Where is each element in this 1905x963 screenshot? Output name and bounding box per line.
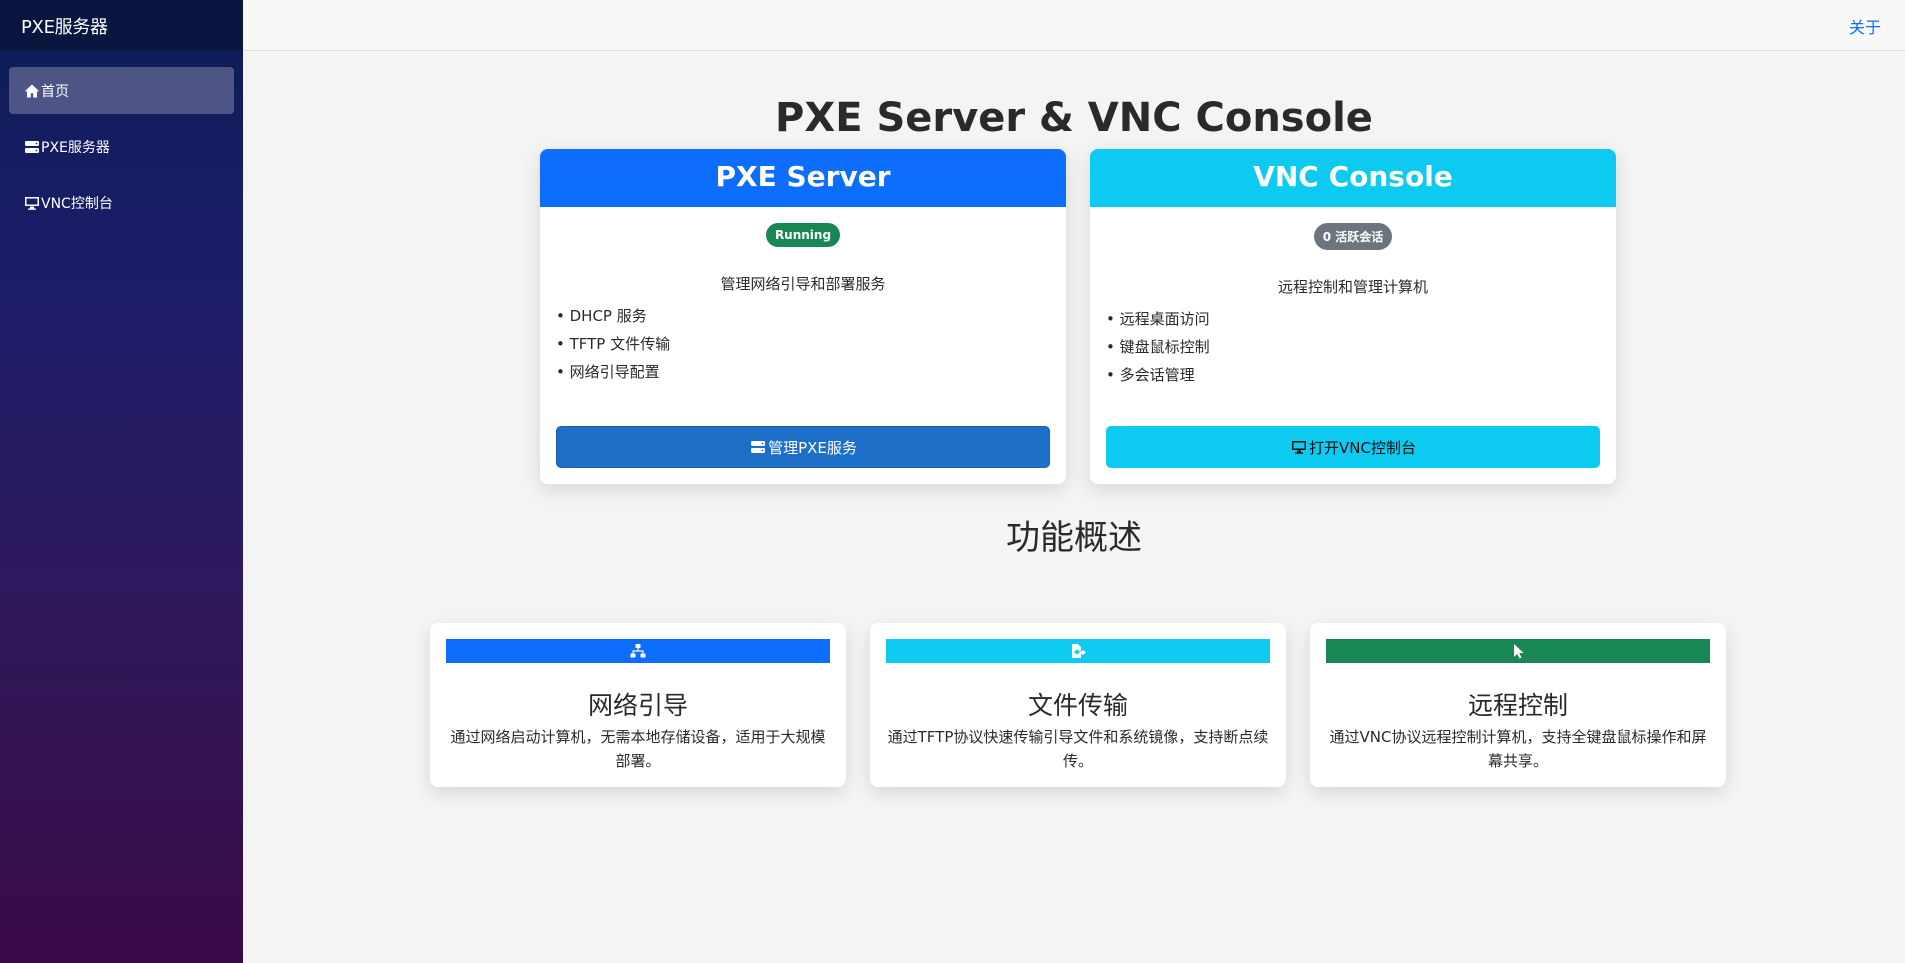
desktop-icon: [25, 196, 39, 210]
open-vnc-button[interactable]: 打开VNC控制台: [1106, 426, 1600, 468]
file-transfer-icon: [1072, 644, 1086, 658]
feature-card-file-transfer: 文件传输 通过TFTP协议快速传输引导文件和系统镜像，支持断点续传。: [870, 623, 1286, 787]
list-item: • 多会话管理: [1106, 366, 1195, 384]
feature-title: 远程控制: [1467, 691, 1568, 720]
feature-card-network-boot: 网络引导 通过网络启动计算机，无需本地存储设备，适用于大规模部署。: [430, 623, 846, 787]
feature-card-remote-control: 远程控制 通过VNC协议远程控制计算机，支持全键盘鼠标操作和屏幕共享。: [1310, 623, 1726, 787]
brand-title[interactable]: PXE服务器: [0, 0, 243, 50]
feature-description: 通过VNC协议远程控制计算机，支持全键盘鼠标操作和屏幕共享。: [1329, 728, 1707, 770]
vnc-card-description: 远程控制和管理计算机: [1277, 278, 1428, 296]
sidebar-item-home[interactable]: 首页: [9, 67, 234, 114]
feature-title: 网络引导: [587, 691, 688, 720]
pxe-server-card: PXE Server Running 管理网络引导和部署服务 • DHCP 服务…: [540, 149, 1066, 484]
feature-header-bar: [886, 639, 1270, 663]
section-title: 功能概述: [1006, 518, 1142, 558]
home-icon: [24, 84, 40, 97]
feature-header-bar: [446, 639, 830, 663]
sidebar-item-pxe-server[interactable]: PXE服务器: [9, 123, 234, 170]
vnc-console-card: VNC Console 0 活跃会话 远程控制和管理计算机 • 远程桌面访问 •…: [1090, 149, 1616, 484]
pxe-card-title: PXE Server: [540, 149, 1066, 207]
about-link[interactable]: 关于: [1849, 14, 1881, 38]
feature-description: 通过网络启动计算机，无需本地存储设备，适用于大规模部署。: [450, 728, 826, 770]
feature-title: 文件传输: [1027, 691, 1128, 720]
sidebar-item-label: PXE服务器: [41, 139, 110, 156]
sidebar: PXE服务器 首页 PXE服务器 VNC控制台: [0, 0, 243, 963]
sidebar-nav: 首页 PXE服务器 VNC控制台: [0, 50, 243, 226]
vnc-feature-list: • 远程桌面访问 • 键盘鼠标控制 • 多会话管理: [1106, 305, 1616, 389]
manage-pxe-button[interactable]: 管理PXE服务: [556, 426, 1050, 468]
vnc-card-title: VNC Console: [1090, 149, 1616, 207]
pxe-card-description: 管理网络引导和部署服务: [720, 275, 886, 293]
server-icon: [751, 441, 766, 453]
sidebar-item-vnc-console[interactable]: VNC控制台: [9, 179, 234, 226]
feature-description: 通过TFTP协议快速传输引导文件和系统镜像，支持断点续传。: [887, 728, 1269, 770]
desktop-icon: [1292, 441, 1307, 454]
list-item: • 网络引导配置: [556, 363, 660, 381]
network-icon: [630, 644, 646, 658]
list-item: • DHCP 服务: [556, 307, 647, 325]
sidebar-item-label: VNC控制台: [41, 195, 113, 212]
status-badge: Running: [765, 223, 841, 247]
list-item: • 远程桌面访问: [1106, 310, 1210, 328]
list-item: • TFTP 文件传输: [556, 335, 671, 353]
button-label: 打开VNC控制台: [1309, 438, 1416, 457]
feature-header-bar: [1326, 639, 1710, 663]
pointer-icon: [1514, 644, 1524, 659]
status-badge: 0 活跃会话: [1313, 223, 1393, 250]
pxe-feature-list: • DHCP 服务 • TFTP 文件传输 • 网络引导配置: [556, 302, 1066, 386]
server-icon: [25, 140, 39, 153]
main-content: PXE Server & VNC Console PXE Server Runn…: [243, 51, 1905, 963]
button-label: 管理PXE服务: [768, 438, 857, 457]
sidebar-item-label: 首页: [41, 83, 69, 100]
list-item: • 键盘鼠标控制: [1106, 338, 1210, 356]
top-bar: 关于: [243, 0, 1905, 51]
page-title: PXE Server & VNC Console: [775, 95, 1373, 141]
